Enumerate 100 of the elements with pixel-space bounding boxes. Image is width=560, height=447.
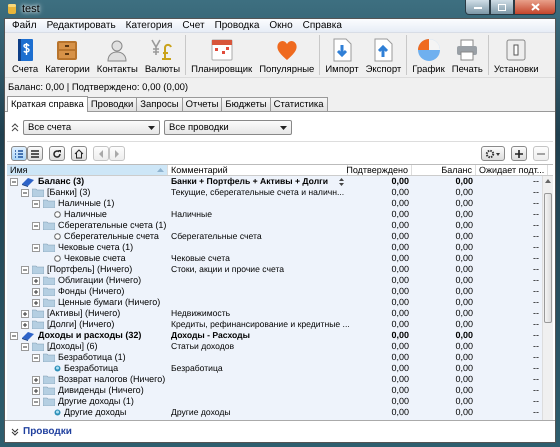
folder-icon xyxy=(32,188,44,197)
menu-item[interactable]: Справка xyxy=(298,19,347,32)
menu-item[interactable]: Счет xyxy=(177,19,210,32)
account-name[interactable]: Фонды (Ничего) xyxy=(58,286,124,297)
collapse-toggle[interactable] xyxy=(32,354,40,362)
toolbar-button[interactable]: Планировщик xyxy=(189,35,254,75)
tab[interactable]: Запросы xyxy=(136,97,183,111)
expand-toggle[interactable] xyxy=(21,320,29,328)
balance-value: 0,00 xyxy=(454,209,474,220)
account-name[interactable]: Возврат налогов (Ничего) xyxy=(58,374,166,385)
pending-value: -- xyxy=(532,275,540,286)
scrollbar[interactable] xyxy=(542,176,553,420)
collapse-toggle[interactable] xyxy=(21,266,29,274)
account-name[interactable]: Сберегательные счета xyxy=(64,231,159,242)
collapse-icon[interactable] xyxy=(11,123,19,132)
toolbar-button[interactable]: Валюты xyxy=(142,35,182,75)
menu-item[interactable]: Проводка xyxy=(210,19,264,32)
tab[interactable]: Отчеты xyxy=(182,97,222,111)
column-header[interactable]: Подтверждено xyxy=(348,165,412,175)
confirmed-value: 0,00 xyxy=(390,209,410,220)
expand-icon[interactable] xyxy=(11,428,19,436)
folder-icon xyxy=(43,353,55,362)
pending-value: -- xyxy=(532,341,540,352)
plus-button[interactable] xyxy=(511,146,527,161)
account-name[interactable]: [Долги] (Ничего) xyxy=(47,319,114,330)
pending-value: -- xyxy=(532,176,540,187)
collapse-toggle[interactable] xyxy=(21,342,29,350)
forward-arrow-icon xyxy=(112,148,122,158)
collapse-toggle[interactable] xyxy=(10,178,18,186)
pending-value: -- xyxy=(532,264,540,275)
toolbar-button[interactable]: Контакты xyxy=(94,35,140,75)
tab[interactable]: Краткая справка xyxy=(7,96,88,112)
filter-dropdown[interactable]: Все счета xyxy=(23,120,160,135)
pending-value: -- xyxy=(532,297,540,308)
maximize-button[interactable] xyxy=(490,0,514,15)
expand-toggle[interactable] xyxy=(32,376,40,384)
collapse-toggle[interactable] xyxy=(32,244,40,252)
toolbar-button[interactable]: Категории xyxy=(43,35,92,75)
comment-text: Другие доходы xyxy=(170,407,232,418)
account-name[interactable]: Наличные xyxy=(64,209,107,220)
menu-item[interactable]: Окно xyxy=(264,19,298,32)
account-name[interactable]: Чековые счета (1) xyxy=(58,242,134,253)
toolbar-button[interactable]: Установки xyxy=(492,35,541,75)
column-header[interactable]: Ожидает подт... xyxy=(476,165,548,175)
toolbar-button[interactable]: Счета xyxy=(10,35,40,75)
menu-item[interactable]: Редактировать xyxy=(42,19,121,32)
account-name[interactable]: Ценные бумаги (Ничего) xyxy=(58,297,160,308)
caret-icon xyxy=(280,126,287,130)
gear-button[interactable] xyxy=(481,146,505,161)
account-name[interactable]: [Банки] (3) xyxy=(47,187,90,198)
toolbar-button[interactable]: График xyxy=(410,35,447,75)
balance-value: 0,00 xyxy=(454,297,474,308)
collapse-toggle[interactable] xyxy=(21,188,29,196)
account-name[interactable]: Наличные (1) xyxy=(58,198,114,209)
comment-text: Стоки, акции и прочие счета xyxy=(170,264,286,275)
account-name[interactable]: Баланс (3) xyxy=(38,176,84,187)
collapse-toggle[interactable] xyxy=(32,222,40,230)
menu-item[interactable]: Категория xyxy=(120,19,178,32)
refresh-button[interactable] xyxy=(49,146,65,161)
list-view-icon xyxy=(30,148,40,158)
account-name[interactable]: Другие доходы (1) xyxy=(58,396,134,407)
account-name[interactable]: [Активы] (Ничего) xyxy=(47,308,120,319)
expand-toggle[interactable] xyxy=(32,298,40,306)
expand-toggle[interactable] xyxy=(32,288,40,296)
toolbar-button[interactable]: Экспорт xyxy=(364,35,404,75)
collapse-toggle[interactable] xyxy=(32,398,40,406)
account-name[interactable]: Дивиденды (Ничего) xyxy=(58,385,144,396)
list-view-button[interactable] xyxy=(27,146,43,161)
account-name[interactable]: Чековые счета xyxy=(64,253,126,264)
collapse-toggle[interactable] xyxy=(10,332,18,340)
menu-item[interactable]: Файл xyxy=(7,19,42,32)
comment-text: Банки + Портфель + Активы + Долги xyxy=(170,176,330,187)
account-name[interactable]: Сберегательные счета (1) xyxy=(58,220,166,231)
account-name[interactable]: Облигации (Ничего) xyxy=(58,275,142,286)
column-header[interactable]: Имя xyxy=(7,165,168,175)
account-name[interactable]: [Портфель] (Ничего) xyxy=(47,264,132,275)
filter-dropdown[interactable]: Все проводки xyxy=(164,120,292,135)
tab[interactable]: Бюджеты xyxy=(221,97,271,111)
account-name[interactable]: Безработица xyxy=(64,363,118,374)
expand-toggle[interactable] xyxy=(21,310,29,318)
circle-icon xyxy=(54,211,61,218)
confirmed-value: 0,00 xyxy=(390,407,410,418)
tab[interactable]: Статистика xyxy=(270,97,328,111)
close-button[interactable] xyxy=(514,0,556,15)
toolbar-button[interactable]: Импорт xyxy=(323,35,361,75)
account-name[interactable]: [Доходы] (6) xyxy=(47,341,98,352)
toolbar-button[interactable]: Популярные xyxy=(257,35,316,75)
transactions-link[interactable]: Проводки xyxy=(23,426,72,437)
collapse-toggle[interactable] xyxy=(32,200,40,208)
confirmed-value: 0,00 xyxy=(390,297,410,308)
minimize-button[interactable] xyxy=(465,0,490,15)
expand-toggle[interactable] xyxy=(32,386,40,394)
account-name[interactable]: Другие доходы xyxy=(64,407,126,418)
tree-view-button[interactable] xyxy=(11,146,27,161)
tab[interactable]: Проводки xyxy=(86,97,138,111)
home-button[interactable] xyxy=(71,146,87,161)
account-name[interactable]: Безработица (1) xyxy=(58,352,126,363)
toolbar-button[interactable]: Печать xyxy=(450,35,485,75)
account-name[interactable]: Доходы и расходы (32) xyxy=(38,330,142,341)
expand-toggle[interactable] xyxy=(32,276,40,284)
